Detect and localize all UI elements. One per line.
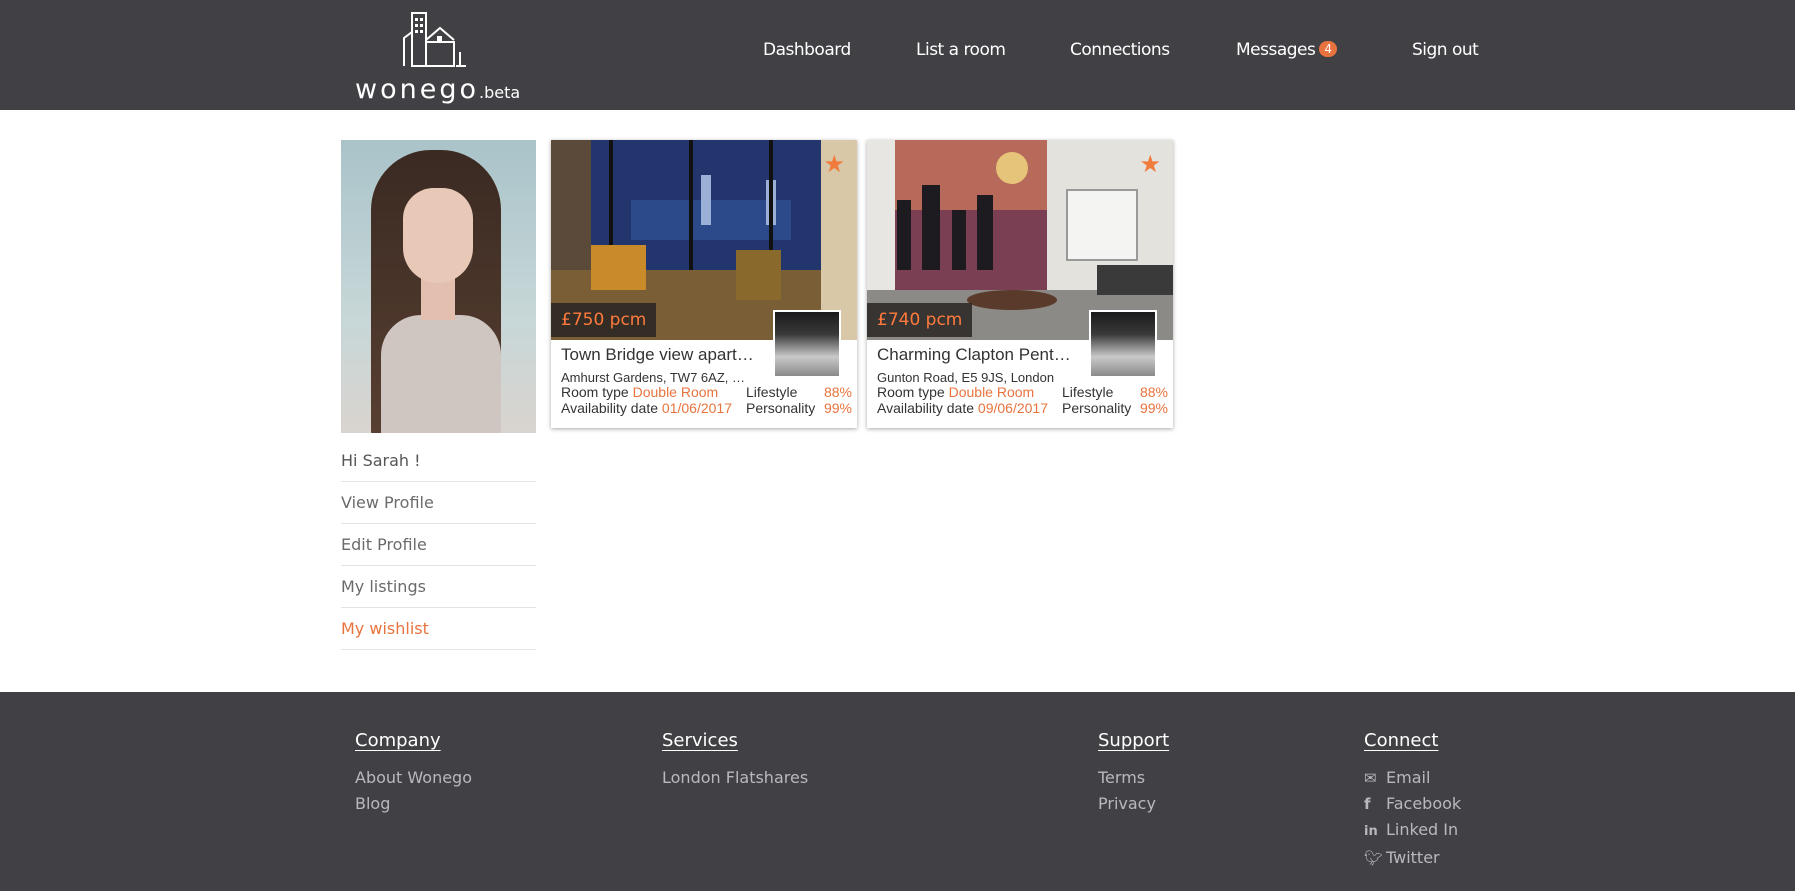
nav-messages-label: Messages (1236, 40, 1316, 60)
footer-link-about[interactable]: About Wonego (355, 765, 472, 791)
listing-card[interactable]: ★ £750 pcm Town Bridge view apartment Am… (551, 140, 857, 428)
profile-side-menu: Hi Sarah ! View Profile Edit Profile My … (341, 440, 536, 650)
site-footer: Company About Wonego Blog Services Londo… (0, 692, 1795, 891)
footer-link-linkedin[interactable]: in Linked In (1364, 817, 1461, 845)
star-icon[interactable]: ★ (1139, 150, 1161, 179)
footer-heading-company: Company (355, 730, 441, 751)
main-nav: Dashboard List a room Connections Messag… (0, 40, 1795, 70)
room-type-row: Room type Double Room (561, 384, 719, 400)
footer-link-terms[interactable]: Terms (1098, 765, 1169, 791)
footer-services: Services London Flatshares (662, 730, 808, 791)
footer-heading-support: Support (1098, 730, 1170, 751)
footer-link-facebook[interactable]: f Facebook (1364, 791, 1461, 817)
listing-title[interactable]: Town Bridge view apartment (561, 345, 761, 365)
footer-link-email[interactable]: ✉ Email (1364, 765, 1461, 791)
sidebar-item-my-wishlist[interactable]: My wishlist (341, 608, 536, 650)
footer-heading-connect: Connect (1364, 730, 1439, 751)
nav-list-a-room[interactable]: List a room (916, 40, 1006, 60)
logo-wordmark: wonego.beta (355, 74, 521, 105)
profile-photo (341, 140, 536, 433)
sidebar-item-view-profile[interactable]: View Profile (341, 482, 536, 524)
landlord-avatar[interactable] (773, 310, 841, 378)
sidebar-item-my-listings[interactable]: My listings (341, 566, 536, 608)
listing-address: Gunton Road, E5 9JS, London (877, 370, 1055, 385)
room-type-row: Room type Double Room (877, 384, 1035, 400)
linkedin-icon: in (1364, 824, 1378, 839)
footer-link-privacy[interactable]: Privacy (1098, 791, 1169, 817)
personality-value: 99% (823, 400, 852, 416)
availability-value: 01/06/2017 (661, 400, 732, 416)
footer-connect: Connect ✉ Email f Facebook in Linked In 🐦︎ T… (1364, 730, 1461, 871)
listing-title[interactable]: Charming Clapton Penthouse (877, 345, 1077, 365)
envelope-icon: ✉ (1364, 769, 1377, 787)
availability-value: 09/06/2017 (977, 400, 1048, 416)
nav-dashboard[interactable]: Dashboard (763, 40, 851, 60)
star-icon[interactable]: ★ (823, 150, 845, 179)
twitter-icon: 🐦︎ (1364, 849, 1384, 867)
footer-heading-services: Services (662, 730, 738, 751)
room-type-value: Double Room (948, 384, 1035, 400)
availability-row: Availability date 09/06/2017 (877, 400, 1048, 416)
lifestyle-value: 88% (1139, 384, 1168, 400)
landlord-avatar[interactable] (1089, 310, 1157, 378)
greeting-text: Hi Sarah ! (341, 440, 536, 482)
lifestyle-value: 88% (823, 384, 852, 400)
nav-connections[interactable]: Connections (1070, 40, 1170, 60)
footer-link-twitter[interactable]: 🐦︎ Twitter (1364, 845, 1461, 871)
availability-row: Availability date 01/06/2017 (561, 400, 732, 416)
listing-price: £740 pcm (867, 303, 973, 337)
nav-messages[interactable]: Messages 4 (1236, 40, 1337, 60)
footer-link-london-flatshares[interactable]: London Flatshares (662, 765, 808, 791)
lifestyle-stat: Lifestyle 88% (746, 384, 852, 400)
personality-stat: Personality 99% (1062, 400, 1168, 416)
lifestyle-stat: Lifestyle 88% (1062, 384, 1168, 400)
footer-link-blog[interactable]: Blog (355, 791, 472, 817)
nav-sign-out[interactable]: Sign out (1412, 40, 1479, 60)
facebook-icon: f (1364, 795, 1371, 813)
listing-price: £750 pcm (551, 303, 657, 337)
top-header: wonego.beta Dashboard List a room Connec… (0, 0, 1795, 110)
footer-company: Company About Wonego Blog (355, 730, 472, 817)
footer-support: Support Terms Privacy (1098, 730, 1169, 817)
messages-count-badge: 4 (1319, 41, 1337, 57)
listing-card[interactable]: ★ £740 pcm Charming Clapton Penthouse Gu… (867, 140, 1173, 428)
personality-value: 99% (1139, 400, 1168, 416)
listing-address: Amhurst Gardens, TW7 6AZ, London (561, 370, 745, 385)
personality-stat: Personality 99% (746, 400, 852, 416)
sidebar-item-edit-profile[interactable]: Edit Profile (341, 524, 536, 566)
room-type-value: Double Room (632, 384, 719, 400)
